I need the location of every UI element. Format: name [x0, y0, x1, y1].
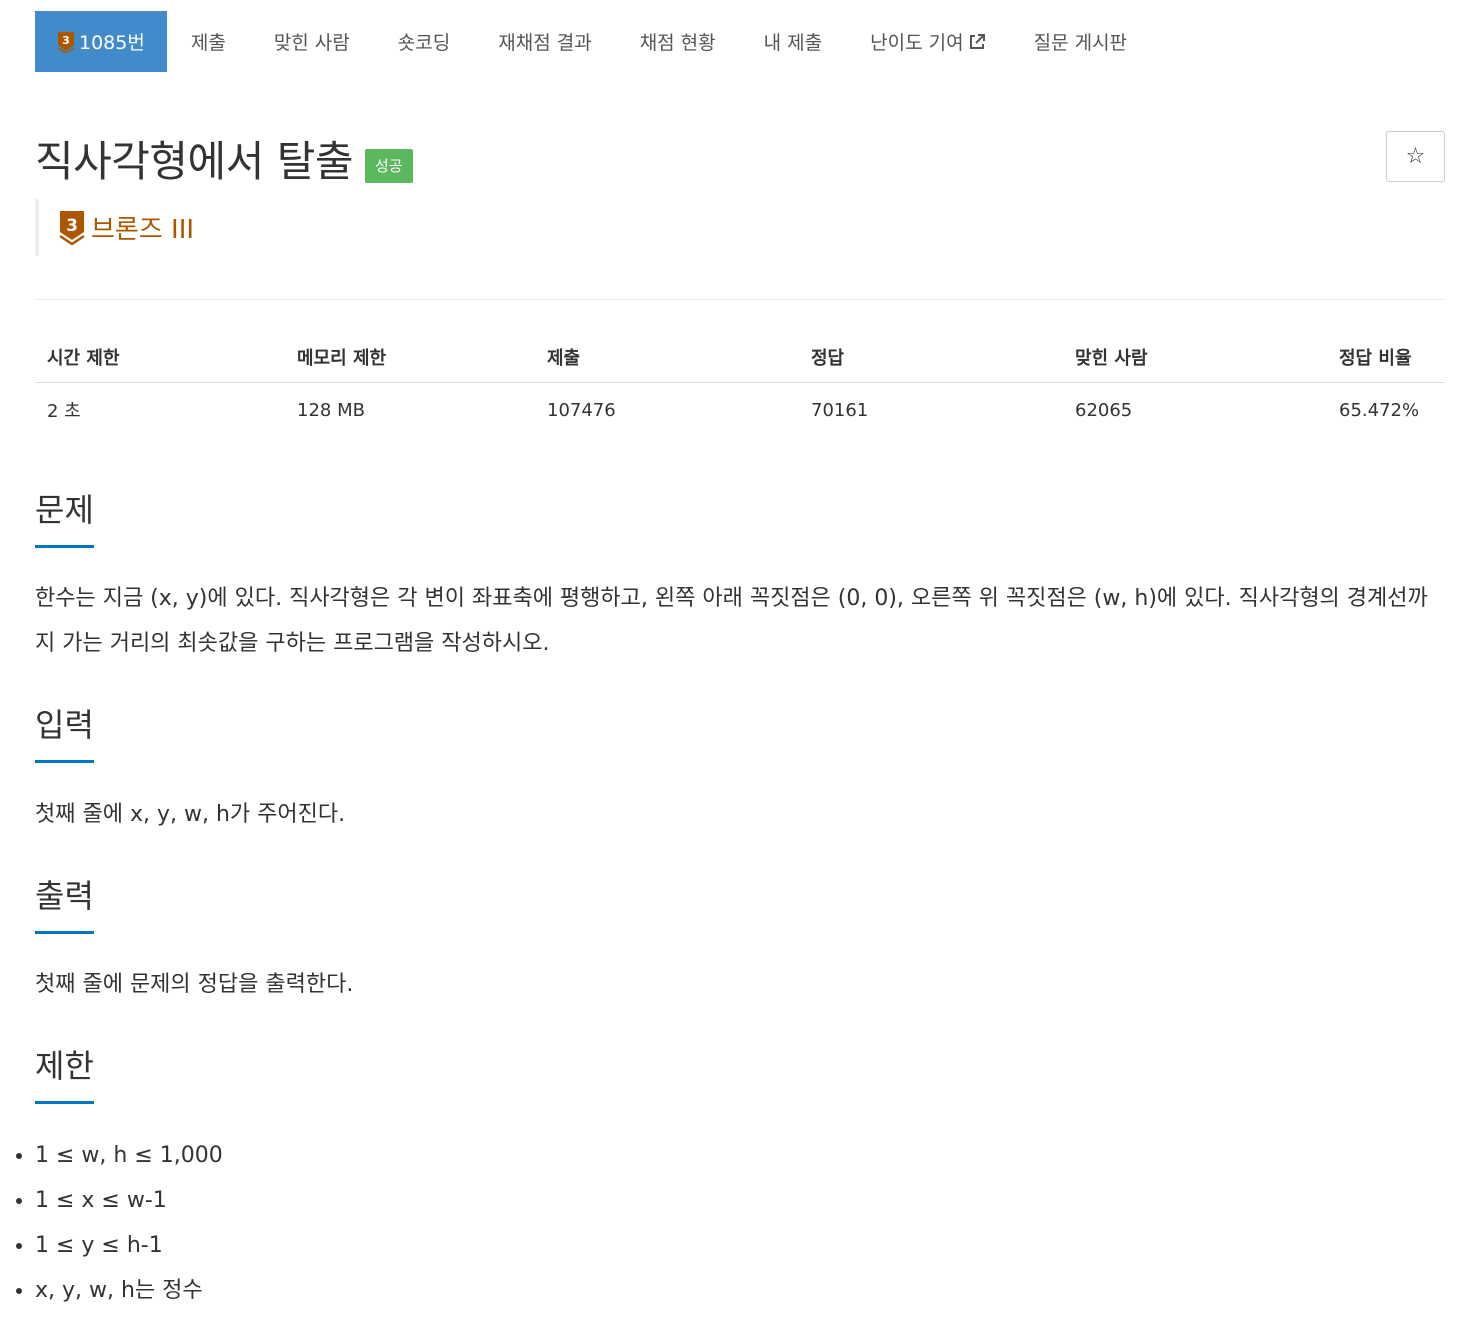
header-submissions: 제출	[535, 332, 799, 383]
submissions-value: 107476	[547, 399, 616, 421]
bronze-tier-icon: 3	[57, 31, 75, 53]
favorite-star-button[interactable]: ☆	[1386, 131, 1445, 182]
nav-tab-problem[interactable]: 3 1085번	[35, 11, 167, 72]
section-input-header: 입력	[35, 700, 1445, 763]
tier-label[interactable]: 브론즈 III	[91, 209, 194, 246]
time-limit-value: 2 초	[47, 401, 81, 422]
nav-tab-rejudge[interactable]: 재채점 결과	[474, 11, 615, 72]
accepted-value: 70161	[811, 399, 869, 421]
problem-number: 1085번	[79, 32, 145, 54]
problem-title: 직사각형에서 탈출	[35, 137, 353, 186]
table-header-row: 시간 제한 메모리 제한 제출 정답 맞힌 사람 정답 비율	[35, 332, 1445, 383]
problem-nav: 3 1085번 제출 맞힌 사람 숏코딩 재채점 결과 채점 현황 내 제출 난…	[35, 11, 1151, 72]
nav-tier-digit: 3	[62, 34, 70, 47]
list-item: 1 ≤ x ≤ w-1	[35, 1178, 223, 1223]
accept-ratio-value: 65.472%	[1339, 399, 1420, 421]
tier-block: 3 브론즈 III	[35, 199, 194, 256]
section-description-header: 문제	[35, 485, 1445, 548]
nav-tab-my-submissions[interactable]: 내 제출	[740, 11, 846, 72]
section-limits-header: 제한	[35, 1041, 1445, 1104]
header-accept-ratio: 정답 비율	[1327, 332, 1445, 383]
tier-digit: 3	[66, 216, 78, 236]
section-output-title: 출력	[35, 871, 94, 934]
solved-users-value: 62065	[1075, 399, 1133, 421]
list-item: 1 ≤ y ≤ h-1	[35, 1223, 223, 1268]
table-row: 2 초 128 MB 107476 70161 62065 65.472%	[35, 383, 1445, 438]
input-text: 첫째 줄에 x, y, w, h가 주어진다.	[35, 802, 346, 827]
header-solved-users: 맞힌 사람	[1063, 332, 1327, 383]
star-icon: ☆	[1405, 144, 1426, 169]
section-output-header: 출력	[35, 871, 1445, 934]
output-text: 첫째 줄에 문제의 정답을 출력한다.	[35, 972, 354, 997]
memory-limit-value: 128 MB	[297, 399, 365, 421]
divider	[35, 299, 1445, 300]
problem-info-table: 시간 제한 메모리 제한 제출 정답 맞힌 사람 정답 비율 2 초 128 M…	[35, 332, 1445, 437]
nav-tab-qna-board[interactable]: 질문 게시판	[1010, 11, 1151, 72]
header-accepted: 정답	[799, 332, 1063, 383]
list-item: x, y, w, h는 정수	[35, 1268, 223, 1313]
section-description-title: 문제	[35, 485, 94, 548]
problem-title-row: 직사각형에서 탈출 성공	[35, 128, 413, 189]
bronze-tier-icon: 3	[59, 210, 85, 246]
section-limits-title: 제한	[35, 1041, 94, 1104]
nav-tab-difficulty-contrib[interactable]: 난이도 기여	[846, 11, 1009, 72]
nav-tab-submit[interactable]: 제출	[167, 11, 250, 72]
nav-tab-status[interactable]: 채점 현황	[616, 11, 740, 72]
header-memory-limit: 메모리 제한	[285, 332, 535, 383]
difficulty-contrib-label: 난이도 기여	[870, 32, 964, 54]
limits-list: 1 ≤ w, h ≤ 1,000 1 ≤ x ≤ w-1 1 ≤ y ≤ h-1…	[0, 1133, 223, 1313]
nav-tab-solved-users[interactable]: 맞힌 사람	[250, 11, 374, 72]
status-badge: 성공	[364, 148, 413, 183]
nav-tab-short-coding[interactable]: 숏코딩	[374, 11, 474, 72]
external-link-icon	[969, 33, 985, 49]
list-item: 1 ≤ w, h ≤ 1,000	[35, 1133, 223, 1178]
section-input-title: 입력	[35, 700, 94, 763]
header-time-limit: 시간 제한	[35, 332, 285, 383]
description-text: 한수는 지금 (x, y)에 있다. 직사각형은 각 변이 좌표축에 평행하고,…	[35, 586, 1428, 656]
